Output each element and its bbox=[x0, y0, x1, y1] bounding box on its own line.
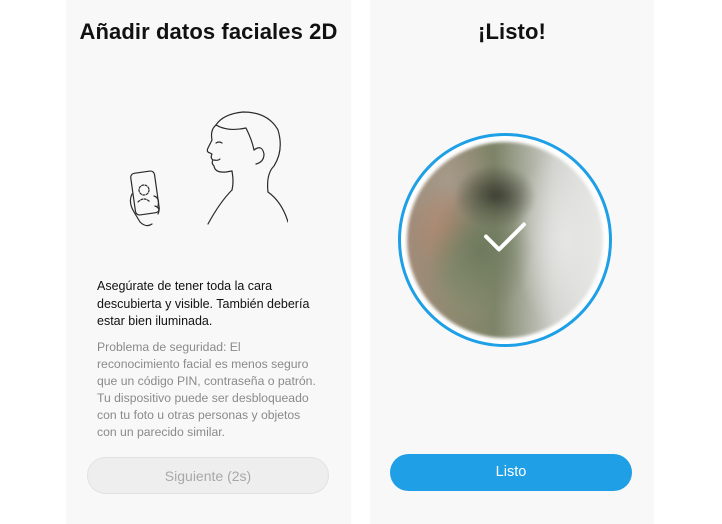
done-button[interactable]: Listo bbox=[390, 454, 632, 491]
screen-divider bbox=[351, 0, 370, 524]
add-face-data-screen: Añadir datos faciales 2D Asegúrate de te… bbox=[66, 0, 351, 524]
face-enrolled-screen: ¡Listo! Listo bbox=[370, 0, 654, 524]
face-scan-illustration-icon bbox=[128, 110, 289, 235]
security-warning-text: Problema de seguridad: El reconocimiento… bbox=[97, 340, 316, 439]
instructions-text: Asegúrate de tener toda la cara descubie… bbox=[97, 279, 310, 328]
page-title: ¡Listo! bbox=[478, 19, 546, 44]
page-title: Añadir datos faciales 2D bbox=[79, 19, 338, 44]
checkmark-icon bbox=[482, 221, 528, 260]
next-button[interactable]: Siguiente (2s) bbox=[87, 457, 329, 494]
